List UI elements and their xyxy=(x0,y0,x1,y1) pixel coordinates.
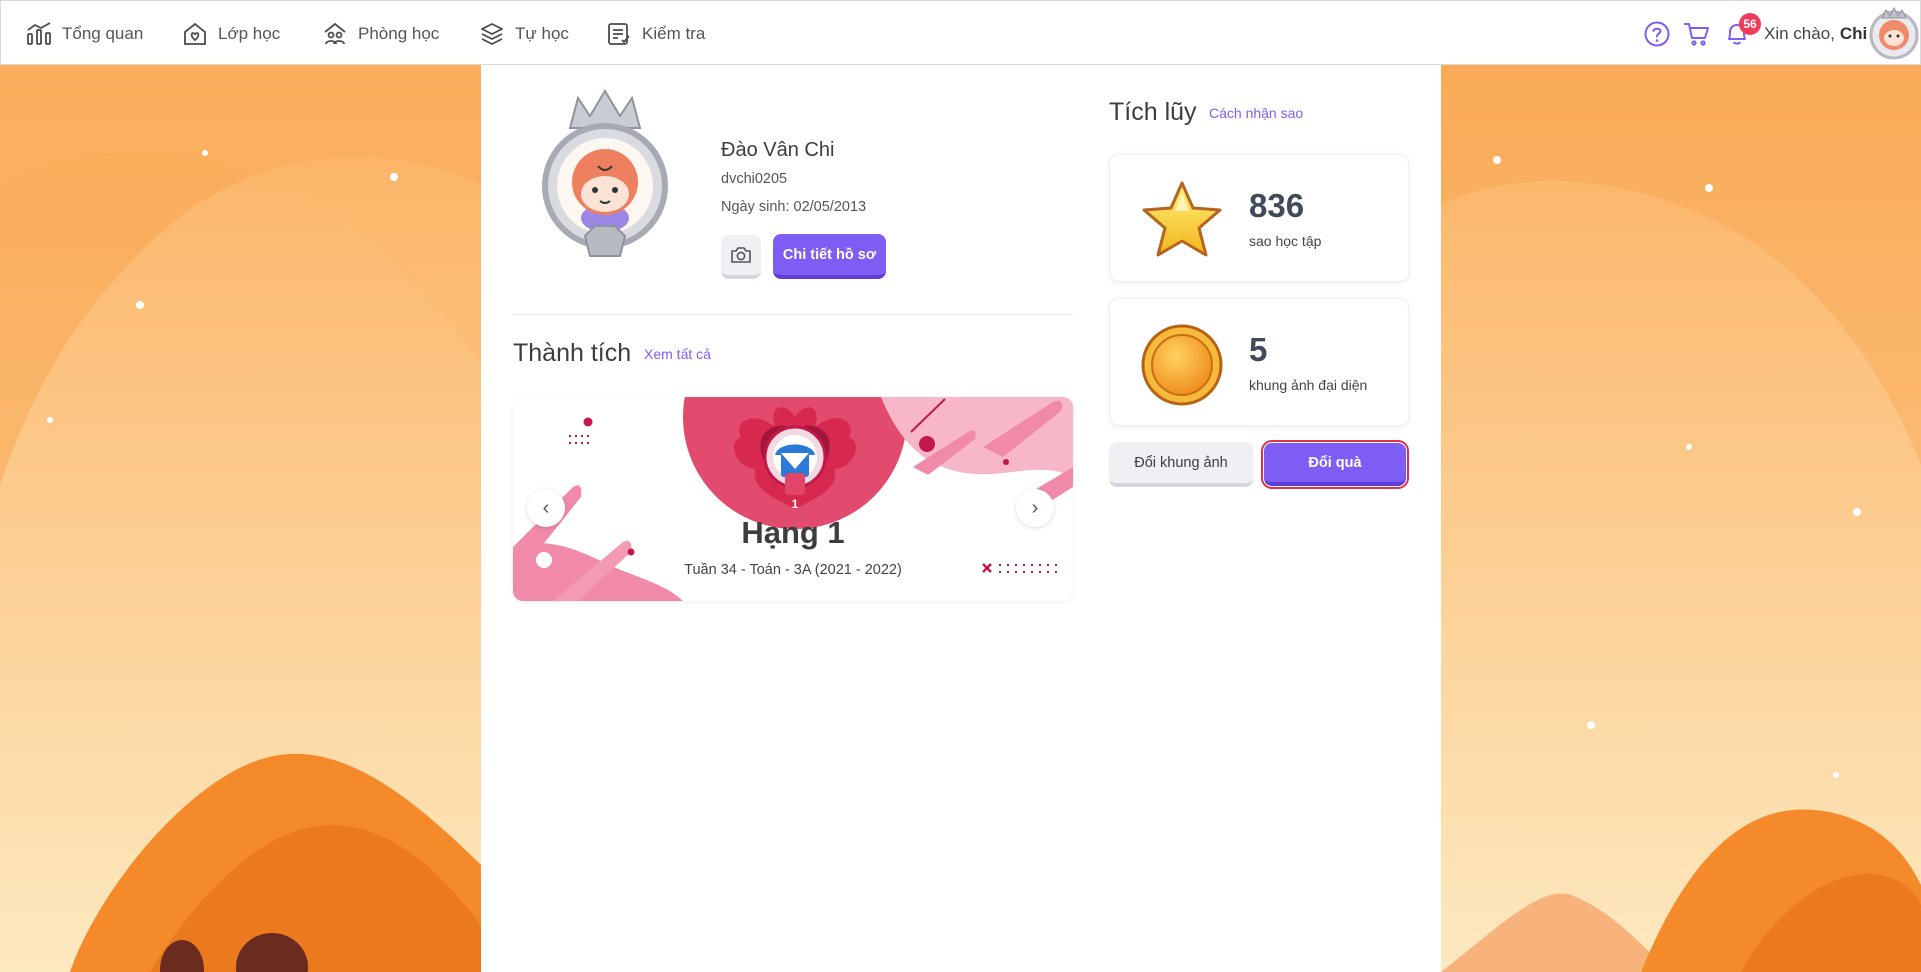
divider xyxy=(513,314,1073,315)
carousel-prev-button[interactable]: ‹ xyxy=(527,489,565,527)
birth-value: 02/05/2013 xyxy=(793,199,867,215)
nav-item-classes[interactable]: Lớp học xyxy=(181,1,280,66)
how-to-earn-stars-link[interactable]: Cách nhận sao xyxy=(1209,105,1303,121)
profile-username: dvchi0205 xyxy=(721,171,788,187)
rank-number: 1 xyxy=(792,497,799,511)
nav-item-classroom[interactable]: Phòng học xyxy=(321,1,439,66)
achievement-title: Hạng 1 xyxy=(741,515,845,550)
achievement-subtitle: Tuần 34 - Toán - 3A (2021 - 2022) xyxy=(684,562,902,578)
nav-item-self-study[interactable]: Tự học xyxy=(478,1,569,66)
chevron-right-icon: › xyxy=(1031,496,1039,519)
view-all-achievements-link[interactable]: Xem tất cả xyxy=(644,346,711,362)
nav-item-label: Lớp học xyxy=(218,23,281,43)
profile-detail-button[interactable]: Chi tiết hồ sơ xyxy=(773,234,886,279)
greeting: Xin chào, Chi xyxy=(1764,1,1867,66)
exchange-gift-button[interactable]: Đổi quà xyxy=(1261,440,1409,489)
greeting-prefix: Xin chào, xyxy=(1764,23,1835,43)
profile-birth-date: Ngày sinh: 02/05/2013 xyxy=(721,199,866,215)
group-icon xyxy=(321,20,349,48)
frames-label: khung ảnh đại diện xyxy=(1249,377,1368,393)
profile-name: Đào Vân Chi xyxy=(721,139,835,161)
nav-item-label: Kiểm tra xyxy=(642,23,706,43)
nav-item-label: Tổng quan xyxy=(62,23,144,43)
house-heart-icon xyxy=(181,20,209,48)
profile-avatar xyxy=(540,86,670,266)
user-avatar[interactable] xyxy=(1867,6,1921,60)
change-photo-button[interactable] xyxy=(721,235,761,279)
achievement-card: 1 Hạng 1 Tuần 34 - Toán - 3A (2021 - 202… xyxy=(513,397,1073,601)
checklist-icon xyxy=(605,20,633,48)
carousel-next-button[interactable]: › xyxy=(1016,489,1054,527)
chart-bars-icon xyxy=(25,20,53,48)
background-right xyxy=(1441,65,1921,972)
star-icon xyxy=(1142,181,1222,257)
top-navigation-bar: Tổng quan Lớp học Phòng học Tự học Kiểm … xyxy=(0,0,1921,65)
stars-value: 836 xyxy=(1249,187,1305,224)
nav-item-label: Phòng học xyxy=(358,23,440,43)
help-button[interactable] xyxy=(1641,18,1673,50)
stars-label: sao học tập xyxy=(1249,233,1322,249)
cart-button[interactable] xyxy=(1681,18,1713,50)
stars-card: 836 sao học tập xyxy=(1109,154,1409,282)
layers-icon xyxy=(478,20,506,48)
notification-count-badge: 56 xyxy=(1739,13,1761,35)
exchange-frame-button[interactable]: Đổi khung ảnh xyxy=(1109,442,1253,487)
question-icon xyxy=(1644,21,1670,47)
birth-label: Ngày sinh: xyxy=(721,199,790,215)
background-left xyxy=(0,65,481,972)
achievements-title: Thành tích xyxy=(513,339,632,367)
greeting-user-name: Chi xyxy=(1839,23,1868,43)
frames-value: 5 xyxy=(1249,331,1268,368)
accumulation-title: Tích lũy xyxy=(1109,98,1197,126)
camera-icon xyxy=(731,247,751,263)
cart-icon xyxy=(1684,23,1709,46)
nav-item-test[interactable]: Kiểm tra xyxy=(605,1,705,66)
chevron-left-icon: ‹ xyxy=(542,496,550,519)
frames-card: 5 khung ảnh đại diện xyxy=(1109,298,1409,426)
coin-icon xyxy=(1141,324,1223,406)
notifications-button[interactable]: 56 xyxy=(1721,13,1761,50)
nav-item-label: Tự học xyxy=(515,23,569,43)
nav-item-overview[interactable]: Tổng quan xyxy=(25,1,143,66)
